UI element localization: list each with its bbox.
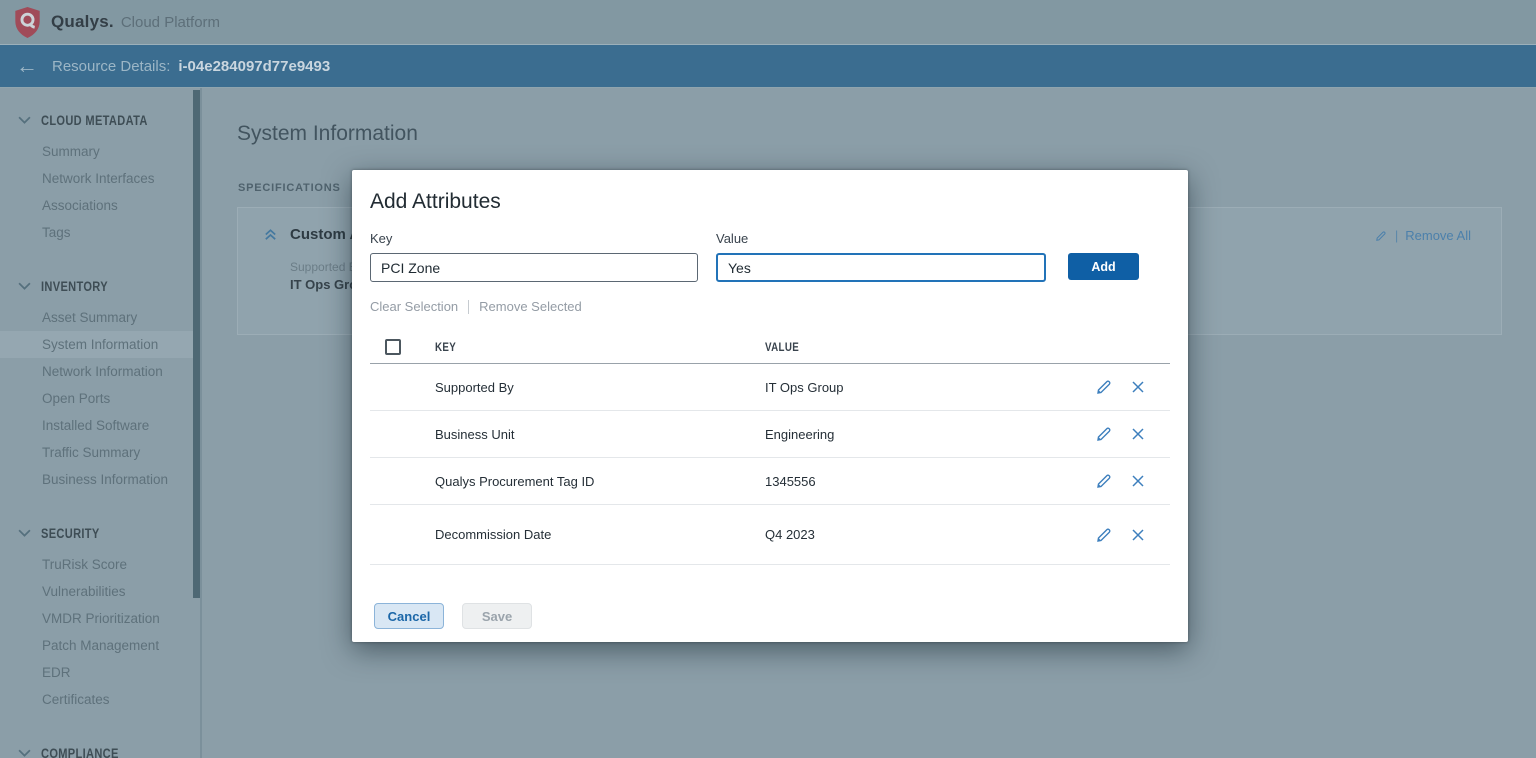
row-key: Qualys Procurement Tag ID xyxy=(435,473,595,489)
table-row: Decommission Date Q4 2023 xyxy=(370,505,1170,565)
sidebar-item-open-ports[interactable]: Open Ports xyxy=(0,385,200,412)
value-column-header: VALUE xyxy=(765,341,800,354)
selection-actions: Clear Selection Remove Selected xyxy=(370,299,1170,314)
sidebar-section-header-security[interactable]: SECURITY xyxy=(0,523,200,543)
resource-id: i-04e284097d77e9493 xyxy=(178,57,331,75)
row-key: Supported By xyxy=(435,379,514,395)
sidebar-section-label: CLOUD METADATA xyxy=(41,112,148,128)
chevron-down-icon xyxy=(18,116,31,124)
divider: | xyxy=(1394,228,1399,243)
delete-x-icon[interactable] xyxy=(1128,377,1148,397)
sidebar-item-associations[interactable]: Associations xyxy=(0,192,200,219)
divider xyxy=(468,299,470,314)
modal-title: Add Attributes xyxy=(370,190,501,213)
remove-all-label: Remove All xyxy=(1405,228,1471,243)
sidebar-section-cloud-metadata: CLOUD METADATA Summary Network Interface… xyxy=(0,110,200,246)
qualys-logo-icon xyxy=(15,6,40,38)
attributes-table-header: KEY VALUE xyxy=(370,334,1170,364)
sidebar-item-summary[interactable]: Summary xyxy=(0,138,200,165)
sidebar-section-label: COMPLIANCE xyxy=(41,745,119,758)
remove-selected-link[interactable]: Remove Selected xyxy=(479,299,582,314)
sidebar-section-header-cloud-metadata[interactable]: CLOUD METADATA xyxy=(0,110,200,130)
select-all-checkbox[interactable] xyxy=(385,338,401,355)
sidebar-item-certificates[interactable]: Certificates xyxy=(0,686,200,713)
row-value: IT Ops Group xyxy=(765,379,844,395)
sidebar-section-label: SECURITY xyxy=(41,525,100,541)
add-attributes-modal: Add Attributes Key Value Add Clear Selec… xyxy=(352,170,1188,642)
key-label: Key xyxy=(370,231,393,246)
sidebar-section-compliance: COMPLIANCE File Integrity Monitoring xyxy=(0,743,200,758)
delete-x-icon[interactable] xyxy=(1128,471,1148,491)
row-key: Business Unit xyxy=(435,426,515,442)
chevron-down-icon xyxy=(18,749,31,757)
sidebar-item-asset-summary[interactable]: Asset Summary xyxy=(0,304,200,331)
edit-pencil-icon[interactable] xyxy=(1094,525,1114,545)
sidebar-item-network-interfaces[interactable]: Network Interfaces xyxy=(0,165,200,192)
sidebar-item-patch-management[interactable]: Patch Management xyxy=(0,632,200,659)
save-button[interactable]: Save xyxy=(462,603,532,629)
tab-specifications[interactable]: SPECIFICATIONS xyxy=(238,182,341,194)
chevron-down-icon xyxy=(18,282,31,290)
value-label: Value xyxy=(716,231,749,246)
collapse-panel-icon[interactable] xyxy=(263,227,278,242)
sidebar-item-tags[interactable]: Tags xyxy=(0,219,200,246)
sidebar-item-network-information[interactable]: Network Information xyxy=(0,358,200,385)
edit-pencil-icon[interactable] xyxy=(1094,377,1114,397)
product-name: Cloud Platform xyxy=(120,13,221,31)
sidebar-section-label: INVENTORY xyxy=(41,278,108,294)
row-value: 1345556 xyxy=(765,473,816,489)
brand-name: Qualys. xyxy=(51,12,114,31)
sidebar-section-header-inventory[interactable]: INVENTORY xyxy=(0,276,200,296)
sidebar-item-business-information[interactable]: Business Information xyxy=(0,466,200,493)
clear-selection-link[interactable]: Clear Selection xyxy=(370,299,458,314)
remove-all-action[interactable]: | Remove All xyxy=(1374,228,1471,243)
back-arrow-icon[interactable]: ← xyxy=(16,55,38,77)
sidebar-scrollbar[interactable] xyxy=(193,90,200,598)
key-input[interactable] xyxy=(370,253,698,282)
delete-x-icon[interactable] xyxy=(1128,525,1148,545)
sidebar-item-vmdr-prioritization[interactable]: VMDR Prioritization xyxy=(0,605,200,632)
modal-footer: Cancel Save xyxy=(370,603,1170,629)
key-column-header: KEY xyxy=(435,341,457,354)
row-value: Engineering xyxy=(765,426,835,442)
edit-pencil-icon[interactable] xyxy=(1094,471,1114,491)
attributes-table: KEY VALUE Supported By IT Ops Group Busi… xyxy=(370,334,1170,565)
delete-x-icon[interactable] xyxy=(1128,424,1148,444)
edit-pencil-icon[interactable] xyxy=(1374,229,1388,243)
page-title: System Information xyxy=(237,122,418,145)
table-row: Supported By IT Ops Group xyxy=(370,364,1170,411)
top-brand-bar: Qualys. Cloud Platform xyxy=(0,0,1536,44)
sidebar-item-trurisk-score[interactable]: TruRisk Score xyxy=(0,551,200,578)
sidebar-item-vulnerabilities[interactable]: Vulnerabilities xyxy=(0,578,200,605)
table-row: Business Unit Engineering xyxy=(370,411,1170,458)
row-key: Decommission Date xyxy=(435,527,552,542)
edit-pencil-icon[interactable] xyxy=(1094,424,1114,444)
sidebar-section-security: SECURITY TruRisk Score Vulnerabilities V… xyxy=(0,523,200,713)
sidebar-nav: CLOUD METADATA Summary Network Interface… xyxy=(0,88,202,758)
row-value: Q4 2023 xyxy=(765,527,815,542)
sidebar-section-header-compliance[interactable]: COMPLIANCE xyxy=(0,743,200,758)
cancel-button[interactable]: Cancel xyxy=(374,603,444,629)
sidebar-section-inventory: INVENTORY Asset Summary System Informati… xyxy=(0,276,200,493)
chevron-down-icon xyxy=(18,529,31,537)
sidebar-item-traffic-summary[interactable]: Traffic Summary xyxy=(0,439,200,466)
add-button[interactable]: Add xyxy=(1068,253,1139,280)
sidebar-item-system-information[interactable]: System Information xyxy=(0,331,200,358)
resource-header-bar: ← Resource Details: i-04e284097d77e9493 xyxy=(0,44,1536,88)
table-row: Qualys Procurement Tag ID 1345556 xyxy=(370,458,1170,505)
value-input[interactable] xyxy=(716,253,1046,282)
attribute-form: Key Value Add xyxy=(370,231,1170,282)
sidebar-item-installed-software[interactable]: Installed Software xyxy=(0,412,200,439)
resource-details-label: Resource Details: xyxy=(52,57,171,75)
sidebar-item-edr[interactable]: EDR xyxy=(0,659,200,686)
